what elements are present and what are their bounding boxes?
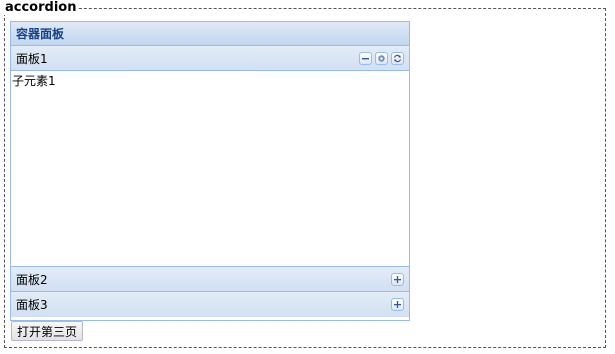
panel-1-header[interactable]: 面板1 [11,46,409,71]
panel-3-header[interactable]: 面板3 [11,292,409,317]
panel-2-header[interactable]: 面板2 [11,267,409,292]
panel-1-content: 子元素1 [12,74,56,88]
open-third-page-button[interactable]: 打开第三页 [11,321,84,341]
panel-1-body: 子元素1 [11,71,409,267]
panel-1-title: 面板1 [16,51,48,66]
fieldset-legend: accordion [4,0,78,15]
refresh-icon[interactable] [391,51,404,65]
panel-3-title: 面板3 [16,298,48,312]
minus-icon[interactable] [359,51,372,65]
plus-icon[interactable] [391,272,404,286]
page: accordion 容器面板 面板1 子元素1 面板2 面板3 打开第三页 [0,0,615,354]
gear-icon[interactable] [375,51,388,65]
plus-icon[interactable] [391,298,404,311]
accordion-container: 容器面板 面板1 子元素1 面板2 面板3 [10,21,410,321]
panel-2-title: 面板2 [16,272,48,287]
accordion-title: 容器面板 [11,22,409,46]
